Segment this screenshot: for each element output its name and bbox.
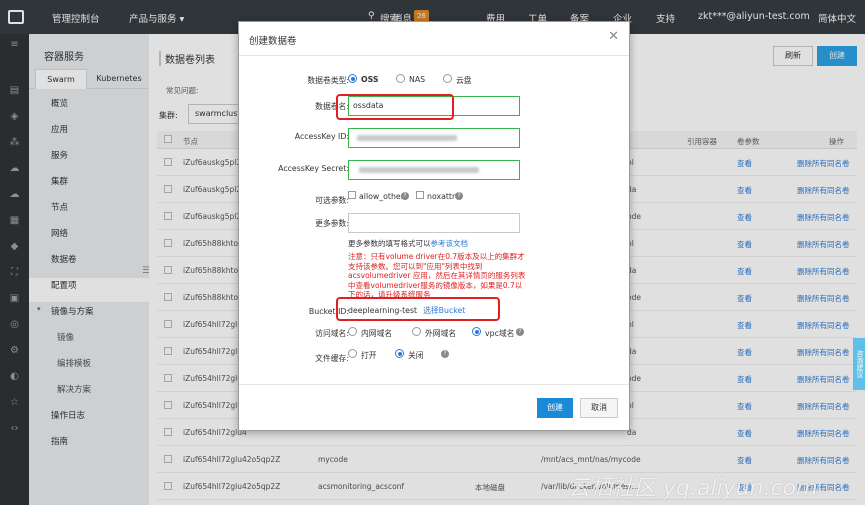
cache-off-radio[interactable]	[395, 349, 404, 358]
watermark: 云栖社区 yq.aliyun.com	[568, 476, 818, 501]
volume-type-label: 数据卷类型:	[307, 76, 349, 85]
redacted-value	[357, 135, 457, 141]
type-disk-radio[interactable]	[443, 74, 452, 83]
file-cache-label: 文件缓存:	[315, 354, 349, 363]
type-oss-radio[interactable]	[348, 74, 357, 83]
accesskey-id-label: AccessKey ID:	[294, 132, 349, 141]
help-icon[interactable]: ?	[401, 192, 409, 200]
noxattr-checkbox[interactable]	[416, 191, 424, 199]
volume-driver-warning: 注意：只有volume driver在0.7版本及以上的集群才支持该参数。您可以…	[348, 252, 526, 299]
domain-intranet-label: 内网域名	[361, 329, 393, 338]
close-icon[interactable]: ✕	[608, 29, 619, 44]
hint-text: 更多参数的填写格式可以	[348, 239, 431, 248]
divider	[239, 384, 629, 385]
noxattr-label: noxattr	[427, 192, 456, 201]
create-volume-dialog: 创建数据卷 ✕ 数据卷类型: OSS NAS 云盘 数据卷名: ossdata …	[238, 21, 630, 431]
cancel-button[interactable]: 取消	[580, 398, 618, 418]
domain-internet-label: 外网域名	[425, 329, 457, 338]
cache-on-label: 打开	[361, 351, 377, 360]
access-domain-label: 访问域名:	[315, 329, 349, 338]
help-icon[interactable]: ?	[516, 328, 524, 336]
optional-params-label: 可选参数:	[315, 196, 349, 205]
accesskey-secret-input[interactable]	[348, 160, 520, 180]
highlight-box	[336, 94, 454, 120]
cache-on-radio[interactable]	[348, 349, 357, 358]
more-params-input[interactable]	[348, 213, 520, 233]
help-icon[interactable]: ?	[455, 192, 463, 200]
more-params-hint: 更多参数的填写格式可以参考该文档	[348, 238, 468, 249]
accesskey-secret-label: AccessKey Secret:	[278, 164, 349, 173]
domain-vpc-label: vpc域名	[485, 329, 515, 338]
domain-vpc-radio[interactable]	[472, 327, 481, 336]
help-icon[interactable]: ?	[441, 350, 449, 358]
allow-other-label: allow_other	[359, 192, 404, 201]
more-params-label: 更多参数:	[315, 219, 349, 228]
feedback-tab[interactable]: 咨询建议	[853, 338, 865, 390]
redacted-value	[359, 167, 479, 173]
accesskey-id-input[interactable]	[348, 128, 520, 148]
type-disk-label: 云盘	[456, 76, 472, 85]
dialog-title: 创建数据卷	[249, 36, 297, 47]
domain-internet-radio[interactable]	[412, 327, 421, 336]
type-oss-label: OSS	[361, 75, 379, 84]
type-nas-label: NAS	[409, 75, 426, 84]
type-nas-radio[interactable]	[396, 74, 405, 83]
doc-link[interactable]: 参考该文档	[431, 239, 469, 248]
highlight-box	[336, 297, 500, 321]
domain-intranet-radio[interactable]	[348, 327, 357, 336]
allow-other-checkbox[interactable]	[348, 191, 356, 199]
divider	[239, 55, 629, 56]
confirm-create-button[interactable]: 创建	[537, 398, 573, 418]
cache-off-label: 关闭	[408, 351, 424, 360]
